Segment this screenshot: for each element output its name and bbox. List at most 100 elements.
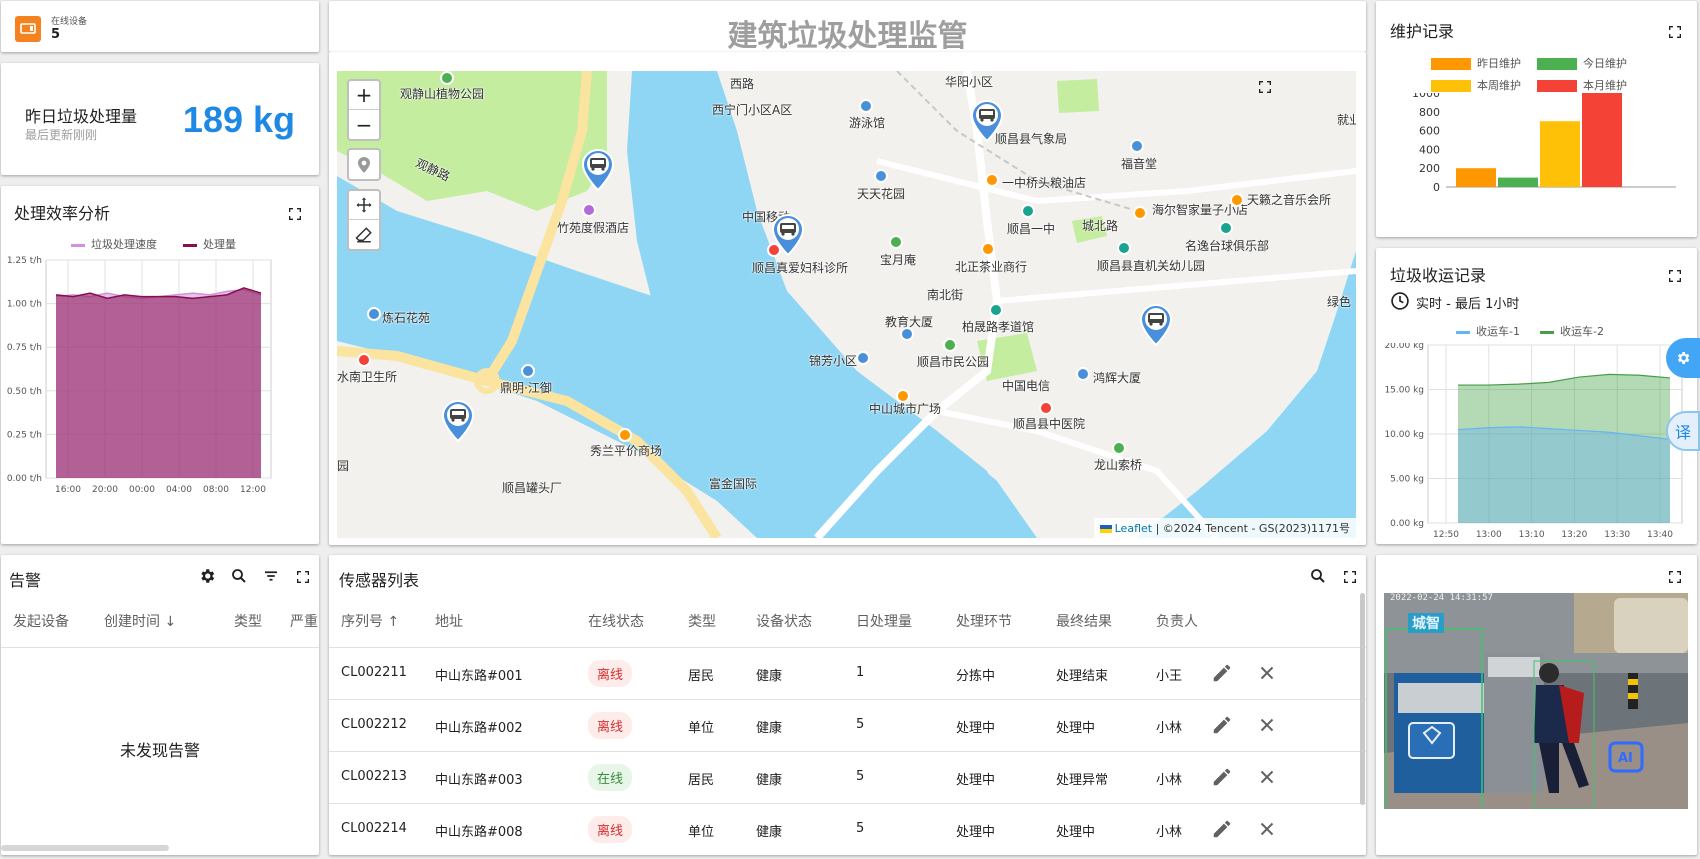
column-header[interactable]: 在线状态 xyxy=(588,611,644,631)
poi-icon xyxy=(521,364,535,378)
y-tick-label: 0.75 t/h xyxy=(7,343,42,353)
column-header[interactable]: 最终结果 xyxy=(1056,611,1112,631)
bar xyxy=(1456,168,1496,187)
close-icon[interactable] xyxy=(1256,662,1278,684)
camera-feed[interactable]: 2022-02-24 14:31:57 城智 AI xyxy=(1384,593,1688,809)
x-tick-label: 13:40 xyxy=(1647,530,1673,540)
map-label: 西宁门小区A区 xyxy=(712,103,793,117)
zoom-control: + − xyxy=(347,79,381,141)
cell-status: 健康 xyxy=(756,825,783,840)
fullscreen-icon[interactable] xyxy=(1667,268,1683,284)
column-header[interactable]: 地址 xyxy=(435,611,463,631)
settings-float-button[interactable] xyxy=(1666,338,1700,378)
column-header[interactable]: 负责人 xyxy=(1156,611,1198,631)
fullscreen-icon[interactable] xyxy=(287,206,303,222)
truck-marker-icon[interactable] xyxy=(440,399,476,443)
cell-address: 中山东路#008 xyxy=(435,825,523,840)
fullscreen-icon[interactable] xyxy=(1342,569,1358,585)
filter-icon[interactable] xyxy=(260,565,282,587)
table-row[interactable]: CL002213 中山东路#003 居民 健康 5 处理中 处理异常 小林 在线 xyxy=(329,751,1366,803)
location-pin-icon[interactable] xyxy=(349,150,379,179)
map-label: 天天花园 xyxy=(857,187,906,201)
x-tick-label: 04:00 xyxy=(166,485,192,495)
search-icon[interactable] xyxy=(1307,565,1329,587)
cell-stage: 处理中 xyxy=(956,773,996,788)
table-row[interactable]: CL002211 中山东路#001 居民 健康 1 分拣中 处理结束 小王 离线 xyxy=(329,647,1366,699)
poi-icon xyxy=(1117,241,1131,255)
column-header[interactable]: 设备状态 xyxy=(756,611,812,631)
x-tick-label: 12:50 xyxy=(1433,530,1459,540)
map-label: 宝月庵 xyxy=(880,253,917,267)
close-icon[interactable] xyxy=(1256,818,1278,840)
y-tick-label: 0.00 t/h xyxy=(7,474,42,484)
edit-icon[interactable] xyxy=(1211,766,1233,788)
x-tick-label: 13:10 xyxy=(1519,530,1545,540)
edit-icon[interactable] xyxy=(1211,714,1233,736)
column-header[interactable]: 类型 xyxy=(688,611,716,631)
table-row[interactable]: CL002212 中山东路#002 单位 健康 5 处理中 处理中 小林 离线 xyxy=(329,699,1366,751)
x-tick-label: 20:00 xyxy=(92,485,118,495)
sensor-card: 传感器列表 序列号 ↑ 地址 在线状态 类型 设备状态 日处理量 处理环节 最终… xyxy=(329,555,1366,855)
translate-label: 译 xyxy=(1674,423,1691,442)
map-label: 秀兰平价商场 xyxy=(590,444,663,458)
online-devices-label: 在线设备 xyxy=(51,17,88,27)
translate-float-button[interactable]: 译 xyxy=(1666,411,1700,451)
x-tick-label: 13:30 xyxy=(1604,530,1630,540)
fullscreen-icon[interactable] xyxy=(1667,24,1683,40)
eraser-icon[interactable] xyxy=(349,220,379,249)
column-header[interactable]: 创建时间 ↓ xyxy=(104,611,176,631)
truck-marker-icon[interactable] xyxy=(1138,303,1174,347)
alarm-card: 告警 发起设备 创建时间 ↓ 类型 严重 未发现告警 xyxy=(1,555,319,855)
truck-marker-icon[interactable] xyxy=(580,148,616,192)
edit-icon[interactable] xyxy=(1211,662,1233,684)
search-icon[interactable] xyxy=(228,565,250,587)
horizontal-scrollbar[interactable] xyxy=(1,845,169,851)
map[interactable]: 观静山植物公园 西宁门小区A区 华阳小区 游泳馆 顺昌县气象局 福音堂 观静路 … xyxy=(337,71,1356,538)
column-header[interactable]: 类型 xyxy=(234,611,262,631)
x-tick-label: 08:00 xyxy=(203,485,229,495)
cell-status: 健康 xyxy=(756,721,783,736)
column-header[interactable]: 序列号 ↑ xyxy=(341,611,399,631)
edit-icon[interactable] xyxy=(1211,818,1233,840)
map-label: 就业 xyxy=(1337,113,1356,127)
close-icon[interactable] xyxy=(1256,714,1278,736)
collection-card: 垃圾收运记录 实时 - 最后 1小时 收运车-1 收运车-2 0.00 kg 5.… xyxy=(1376,248,1697,544)
collection-time-label: 实时 - 最后 1小时 xyxy=(1416,297,1520,312)
column-header[interactable]: 日处理量 xyxy=(856,611,912,631)
legend-week: 本周维护 xyxy=(1431,77,1521,93)
zoom-out-button[interactable]: − xyxy=(349,110,379,139)
column-header[interactable]: 发起设备 xyxy=(13,611,69,631)
poi-icon xyxy=(367,307,381,321)
fullscreen-icon[interactable] xyxy=(295,569,311,585)
map-label: 中国电信 xyxy=(1002,379,1051,393)
settings-icon[interactable] xyxy=(196,565,218,587)
y-tick-label: 0.00 kg xyxy=(1390,519,1424,529)
move-icon[interactable] xyxy=(349,191,379,220)
vertical-scrollbar[interactable] xyxy=(1360,593,1365,805)
zoom-in-button[interactable]: + xyxy=(349,81,379,110)
y-tick-label: 0.50 t/h xyxy=(7,387,42,397)
legend-truck-2-label: 收运车-2 xyxy=(1560,325,1604,338)
close-icon[interactable] xyxy=(1256,766,1278,788)
map-label: 天籁之音乐会所 xyxy=(1247,193,1332,207)
legend-volume-label: 处理量 xyxy=(203,238,236,251)
poi-icon xyxy=(981,242,995,256)
map-label: 锦芳小区 xyxy=(809,354,858,368)
map-label: 华阳小区 xyxy=(945,75,994,89)
locate-control xyxy=(347,148,381,181)
map-label: 城北路 xyxy=(1082,219,1119,233)
map-label: 富金国际 xyxy=(709,477,758,491)
fullscreen-icon[interactable] xyxy=(1667,569,1683,585)
truck-marker-icon[interactable] xyxy=(770,213,806,257)
y-tick-label: 15.00 kg xyxy=(1384,386,1424,396)
legend-month: 本月维护 xyxy=(1537,77,1627,93)
table-row[interactable]: CL002214 中山东路#008 单位 健康 5 处理中 处理中 小林 离线 xyxy=(329,803,1366,855)
column-header[interactable]: 处理环节 xyxy=(956,611,1012,631)
truck-marker-icon[interactable] xyxy=(969,99,1005,143)
leaflet-link[interactable]: Leaflet xyxy=(1115,522,1152,535)
column-header[interactable]: 严重 xyxy=(290,611,318,631)
header-card: 建筑垃圾处理监管 xyxy=(329,1,1366,52)
map-fullscreen-icon[interactable] xyxy=(1257,79,1273,95)
poi-icon xyxy=(1076,367,1090,381)
cell-owner: 小王 xyxy=(1156,669,1183,684)
